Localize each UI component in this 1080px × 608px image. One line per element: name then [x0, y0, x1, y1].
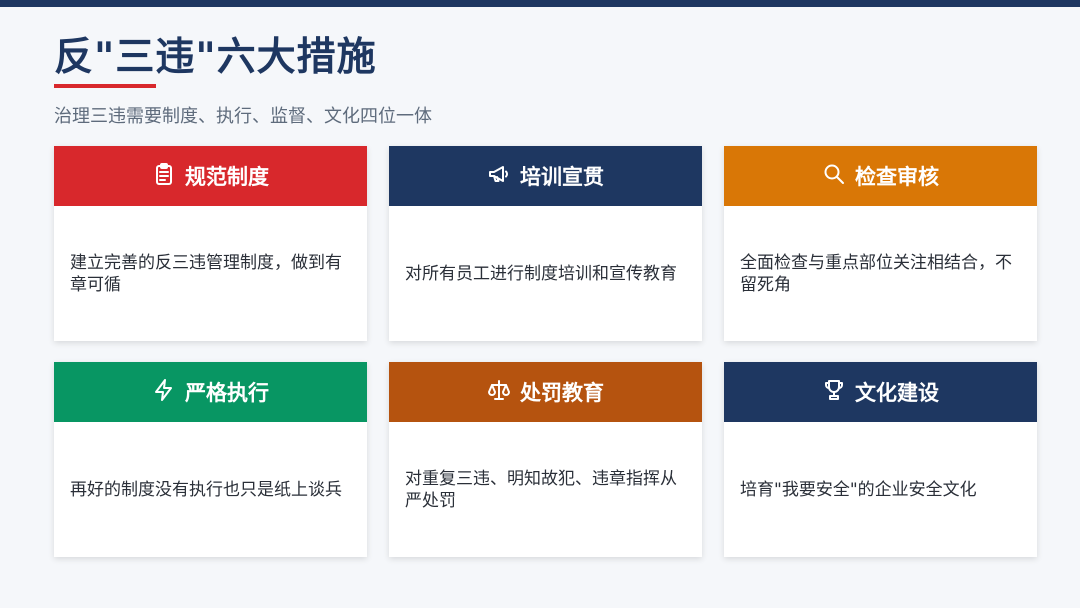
card-body: 培育"我要安全"的企业安全文化	[724, 422, 1037, 557]
card-header: 检查审核	[724, 146, 1037, 206]
card-header: 规范制度	[54, 146, 367, 206]
card-title: 文化建设	[855, 381, 939, 405]
card-header: 处罚教育	[389, 362, 702, 422]
card-text: 建立完善的反三违管理制度，做到有章可循	[70, 252, 342, 295]
measure-card-inspection: 检查审核 全面检查与重点部位关注相结合，不留死角	[724, 146, 1037, 341]
card-title: 处罚教育	[520, 381, 604, 405]
trophy-icon	[822, 378, 846, 407]
page-subtitle: 治理三违需要制度、执行、监督、文化四位一体	[54, 106, 432, 127]
search-icon	[822, 162, 846, 191]
card-body: 建立完善的反三违管理制度，做到有章可循	[54, 206, 367, 341]
title-underline	[54, 84, 156, 88]
clipboard-icon	[152, 162, 176, 191]
page-title: 反"三违"六大措施	[54, 35, 377, 80]
scales-icon	[487, 378, 511, 407]
card-text: 再好的制度没有执行也只是纸上谈兵	[70, 479, 342, 500]
measure-card-training: 培训宣贯 对所有员工进行制度培训和宣传教育	[389, 146, 702, 341]
card-title: 培训宣贯	[520, 165, 604, 189]
card-body: 再好的制度没有执行也只是纸上谈兵	[54, 422, 367, 557]
card-text: 对重复三违、明知故犯、违章指挥从严处罚	[405, 468, 677, 511]
measure-card-culture: 文化建设 培育"我要安全"的企业安全文化	[724, 362, 1037, 557]
measure-card-enforcement: 严格执行 再好的制度没有执行也只是纸上谈兵	[54, 362, 367, 557]
card-header: 文化建设	[724, 362, 1037, 422]
measures-grid: 规范制度 建立完善的反三违管理制度，做到有章可循 培训宣贯 对所有员工进行制度培…	[54, 146, 1037, 557]
top-accent-bar	[0, 0, 1080, 7]
megaphone-icon	[487, 162, 511, 191]
card-header: 培训宣贯	[389, 146, 702, 206]
card-body: 全面检查与重点部位关注相结合，不留死角	[724, 206, 1037, 341]
card-title: 严格执行	[185, 381, 269, 405]
card-text: 培育"我要安全"的企业安全文化	[740, 479, 977, 500]
card-header: 严格执行	[54, 362, 367, 422]
lightning-icon	[152, 378, 176, 407]
card-text: 全面检查与重点部位关注相结合，不留死角	[740, 252, 1012, 295]
card-body: 对所有员工进行制度培训和宣传教育	[389, 206, 702, 341]
measure-card-penalty: 处罚教育 对重复三违、明知故犯、违章指挥从严处罚	[389, 362, 702, 557]
card-body: 对重复三违、明知故犯、违章指挥从严处罚	[389, 422, 702, 557]
card-text: 对所有员工进行制度培训和宣传教育	[405, 263, 677, 284]
measure-card-regulation: 规范制度 建立完善的反三违管理制度，做到有章可循	[54, 146, 367, 341]
card-title: 规范制度	[185, 165, 269, 189]
card-title: 检查审核	[855, 165, 939, 189]
